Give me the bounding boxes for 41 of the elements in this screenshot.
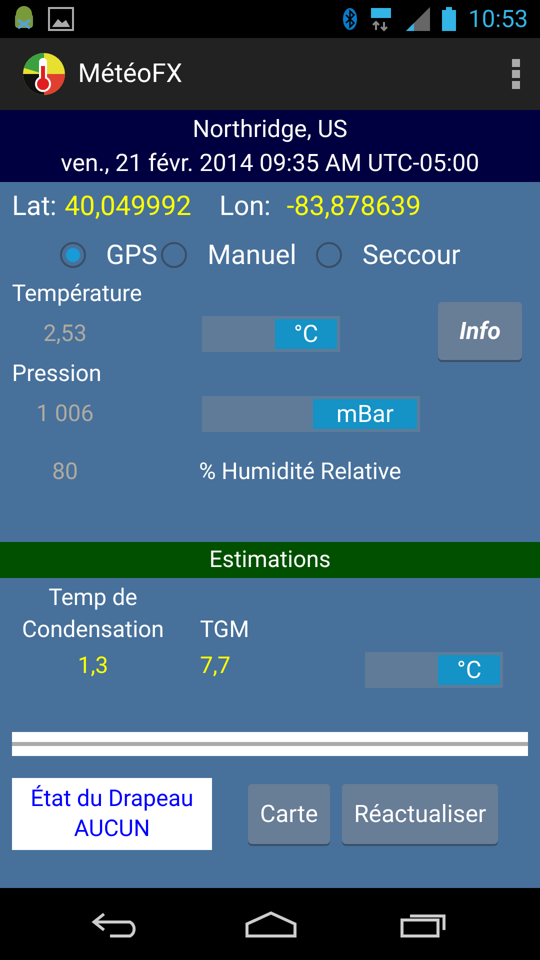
tgm-label: TGM xyxy=(200,615,250,645)
dew-point-value: 1,3 xyxy=(78,651,108,681)
flag-status-label: État du Drapeau xyxy=(30,784,194,814)
humidity-label: % Humidité Relative xyxy=(199,456,402,487)
radio-button[interactable] xyxy=(60,242,86,268)
temperature-value: 2,53 xyxy=(42,318,88,349)
date-time: ven., 21 févr. 2014 09:35 AM UTC-05:00 xyxy=(60,148,480,179)
unit-switch[interactable]: mBar xyxy=(202,396,420,432)
android-icon xyxy=(12,6,36,32)
temperature-label: Température xyxy=(11,280,143,308)
pressure-label: Pression xyxy=(11,360,102,388)
lat-value: 40,049992 xyxy=(64,188,192,224)
dew-point-label: Temp de xyxy=(48,583,138,613)
action-button[interactable]: Carte xyxy=(248,784,330,844)
info-button[interactable]: Info xyxy=(438,302,522,360)
unit-switch[interactable]: °C xyxy=(365,652,504,688)
radio-option[interactable]: Manuel xyxy=(161,234,316,276)
section-title: Estimations xyxy=(209,544,331,575)
home-icon[interactable] xyxy=(242,910,299,938)
pressure-value: 1 006 xyxy=(35,398,95,429)
bluetooth-icon xyxy=(342,7,358,31)
radio-button[interactable] xyxy=(161,242,188,268)
app-title: MétéoFX xyxy=(78,58,182,90)
lon-label: Lon: xyxy=(219,188,271,224)
tgm-value: 7,7 xyxy=(200,651,232,681)
thermometer-icon xyxy=(22,52,66,96)
battery-icon xyxy=(442,7,456,31)
location-name: Northridge, US xyxy=(192,114,348,145)
dew-point-label: Condensation xyxy=(22,615,164,645)
action-button[interactable]: Réactualiser xyxy=(342,784,498,844)
clock-time: 10:53 xyxy=(468,4,528,35)
lon-value: -83,878639 xyxy=(286,188,421,224)
radio-button[interactable] xyxy=(316,242,342,268)
unit-switch[interactable]: °C xyxy=(202,316,340,352)
flag-status-value: AUCUN xyxy=(74,814,150,844)
radio-option[interactable]: Seccour xyxy=(316,234,480,276)
radio-option[interactable]: GPS xyxy=(60,234,162,276)
image-icon xyxy=(48,7,74,31)
lat-label: Lat: xyxy=(12,188,57,224)
signal-icon xyxy=(406,7,430,31)
humidity-value: 80 xyxy=(51,456,79,487)
